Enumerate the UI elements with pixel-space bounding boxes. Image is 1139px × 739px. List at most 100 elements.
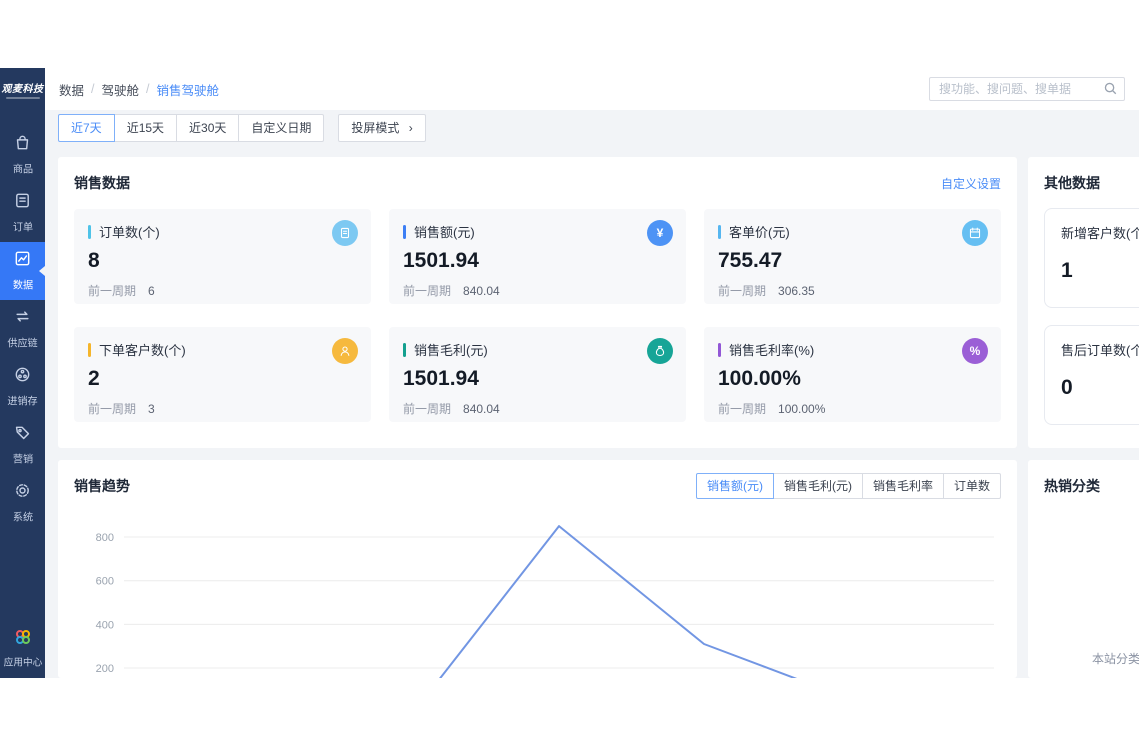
stat-card-客单价(元): 客单价(元) 755.47 前一周期 306.35 bbox=[704, 209, 1001, 304]
other-card-label: 售后订单数(个) bbox=[1061, 340, 1139, 359]
inventory-icon bbox=[13, 365, 32, 389]
sales-trend-panel: 销售趋势 销售额(元)销售毛利(元)销售毛利率订单数 200400600800 bbox=[58, 460, 1017, 678]
order-icon bbox=[13, 191, 32, 215]
date-range-tab-近15天[interactable]: 近15天 bbox=[114, 114, 177, 142]
main-area: 数据 / 驾驶舱 / 销售驾驶舱 近7天近15天近30天自定义日期 投屏模式 › bbox=[45, 68, 1139, 678]
prev-period-value: 306.35 bbox=[778, 284, 815, 298]
breadcrumb-item[interactable]: 数据 bbox=[59, 80, 84, 99]
cast-mode-label: 投屏模式 bbox=[351, 121, 399, 135]
search-input[interactable] bbox=[929, 77, 1125, 101]
trend-line-chart: 200400600800 bbox=[74, 506, 1001, 678]
sidebar-item-label: 数据 bbox=[12, 278, 32, 293]
trend-tab-订单数[interactable]: 订单数 bbox=[943, 473, 1001, 499]
stat-card-销售毛利(元): 销售毛利(元)1501.94前一周期840.04 bbox=[389, 327, 686, 422]
chevron-right-icon: › bbox=[409, 121, 413, 135]
date-range-tabs: 近7天近15天近30天自定义日期 bbox=[58, 114, 324, 142]
stat-card-销售毛利率(%): 销售毛利率(%)%100.00%前一周期100.00% bbox=[704, 327, 1001, 422]
screen: 观麦科技 商品订单数据供应链进销存营销系统 应用中心 数据/驾驶舱/销售驾驶舱 bbox=[0, 0, 1139, 739]
sidebar-item-系统[interactable]: 系统 bbox=[0, 474, 45, 532]
sidebar-item-订单[interactable]: 订单 bbox=[0, 184, 45, 242]
card-accent-bar bbox=[718, 225, 721, 239]
other-card-value: 1 bbox=[1061, 259, 1139, 283]
prev-period-label: 前一周期 bbox=[718, 402, 766, 416]
active-notch bbox=[39, 266, 45, 276]
sidebar-item-label: 营销 bbox=[12, 452, 32, 467]
sidebar-item-label: 应用中心 bbox=[3, 655, 42, 669]
breadcrumb-item[interactable]: 驾驶舱 bbox=[102, 80, 140, 99]
prev-period-label: 前一周期 bbox=[88, 402, 136, 416]
tag-icon bbox=[13, 423, 32, 447]
breadcrumb-current: 销售驾驶舱 bbox=[157, 80, 220, 99]
hot-panel-footer-text: 本站分类销 bbox=[1092, 650, 1139, 667]
prev-period-label: 前一周期 bbox=[88, 284, 136, 298]
stat-value: 755.47 bbox=[718, 249, 987, 273]
svg-text:200: 200 bbox=[96, 663, 114, 675]
stat-value: 1501.94 bbox=[403, 367, 672, 391]
apps-icon bbox=[14, 628, 32, 651]
stat-label: 下单客户数(个) bbox=[99, 340, 186, 359]
breadcrumb-separator: / bbox=[146, 82, 149, 96]
gear-icon bbox=[13, 481, 32, 505]
stat-value: 1501.94 bbox=[403, 249, 672, 273]
other-card-售后订单数(个): 售后订单数(个) 0 bbox=[1044, 325, 1139, 425]
stat-prev: 前一周期 840.04 bbox=[403, 282, 672, 299]
cast-mode-button[interactable]: 投屏模式 › bbox=[338, 114, 425, 142]
sidebar-item-label: 供应链 bbox=[7, 336, 37, 351]
card-accent-bar bbox=[403, 343, 406, 357]
card-accent-bar bbox=[718, 343, 721, 357]
search-icon[interactable] bbox=[1103, 81, 1118, 96]
top-bar: 数据 / 驾驶舱 / 销售驾驶舱 bbox=[45, 68, 1139, 110]
card-accent-bar bbox=[88, 343, 91, 357]
document-icon bbox=[332, 220, 358, 246]
sidebar-item-营销[interactable]: 营销 bbox=[0, 416, 45, 474]
date-range-tab-自定义日期[interactable]: 自定义日期 bbox=[238, 114, 324, 142]
stat-label: 客单价(元) bbox=[729, 222, 790, 241]
sales-data-panel: 销售数据 自定义设置 订单数(个)8前一周期6销售额(元)¥1501.94前一周… bbox=[58, 157, 1017, 448]
user-icon bbox=[332, 338, 358, 364]
stat-prev: 前一周期 6 bbox=[88, 282, 357, 299]
sidebar-item-供应链[interactable]: 供应链 bbox=[0, 300, 45, 358]
trend-tab-销售毛利(元)[interactable]: 销售毛利(元) bbox=[773, 473, 863, 499]
prev-period-label: 前一周期 bbox=[718, 284, 766, 298]
prev-period-label: 前一周期 bbox=[403, 284, 451, 298]
stat-prev: 前一周期 306.35 bbox=[718, 282, 987, 299]
sidebar-item-label: 系统 bbox=[12, 510, 32, 525]
sidebar-menu: 商品订单数据供应链进销存营销系统 bbox=[0, 126, 45, 532]
sidebar-item-数据[interactable]: 数据 bbox=[0, 242, 45, 300]
stat-card-下单客户数(个): 下单客户数(个) 2 前一周期3 bbox=[74, 327, 371, 422]
stat-value: 2 bbox=[88, 367, 357, 391]
sidebar-item-app-center[interactable]: 应用中心 bbox=[0, 628, 45, 670]
svg-text:800: 800 bbox=[96, 532, 114, 544]
stat-label: 订单数(个) bbox=[99, 222, 160, 241]
svg-text:400: 400 bbox=[96, 619, 114, 631]
breadcrumb-separator: / bbox=[91, 82, 94, 96]
card-accent-bar bbox=[88, 225, 91, 239]
custom-settings-link[interactable]: 自定义设置 bbox=[941, 175, 1001, 192]
yen-icon: ¥ bbox=[647, 220, 673, 246]
prev-period-value: 6 bbox=[148, 284, 155, 298]
trend-tab-销售毛利率[interactable]: 销售毛利率 bbox=[862, 473, 944, 499]
breadcrumb: 数据 / 驾驶舱 / 销售驾驶舱 bbox=[59, 80, 219, 99]
brand-logo[interactable]: 观麦科技 bbox=[0, 68, 45, 110]
stat-card-销售额(元): 销售额(元)¥1501.94前一周期840.04 bbox=[389, 209, 686, 304]
stat-card-订单数(个): 订单数(个)8前一周期6 bbox=[74, 209, 371, 304]
date-filter-row: 近7天近15天近30天自定义日期 投屏模式 › bbox=[58, 114, 426, 142]
search-box bbox=[929, 77, 1125, 101]
other-data-panel: 其他数据 新增客户数(个)1售后订单数(个)0 bbox=[1028, 157, 1139, 448]
sidebar-item-进销存[interactable]: 进销存 bbox=[0, 358, 45, 416]
date-range-tab-近30天[interactable]: 近30天 bbox=[176, 114, 239, 142]
stat-prev: 前一周期3 bbox=[88, 400, 357, 417]
sales-panel-title: 销售数据 bbox=[74, 173, 130, 193]
other-card-value: 0 bbox=[1061, 376, 1139, 400]
date-range-tab-近7天[interactable]: 近7天 bbox=[58, 114, 115, 142]
stat-cards-grid: 订单数(个)8前一周期6销售额(元)¥1501.94前一周期840.04客单价(… bbox=[74, 209, 1001, 422]
stat-prev: 前一周期100.00% bbox=[718, 400, 987, 417]
prev-period-value: 840.04 bbox=[463, 284, 500, 298]
trend-tab-销售额(元)[interactable]: 销售额(元) bbox=[696, 473, 774, 499]
sidebar-item-商品[interactable]: 商品 bbox=[0, 126, 45, 184]
stat-label: 销售毛利(元) bbox=[414, 340, 488, 359]
prev-period-label: 前一周期 bbox=[403, 402, 451, 416]
calendar-icon bbox=[962, 220, 988, 246]
other-cards-list: 新增客户数(个) 1 售后订单数(个) 0 bbox=[1044, 208, 1139, 425]
other-card-label: 新增客户数(个) bbox=[1061, 223, 1139, 242]
